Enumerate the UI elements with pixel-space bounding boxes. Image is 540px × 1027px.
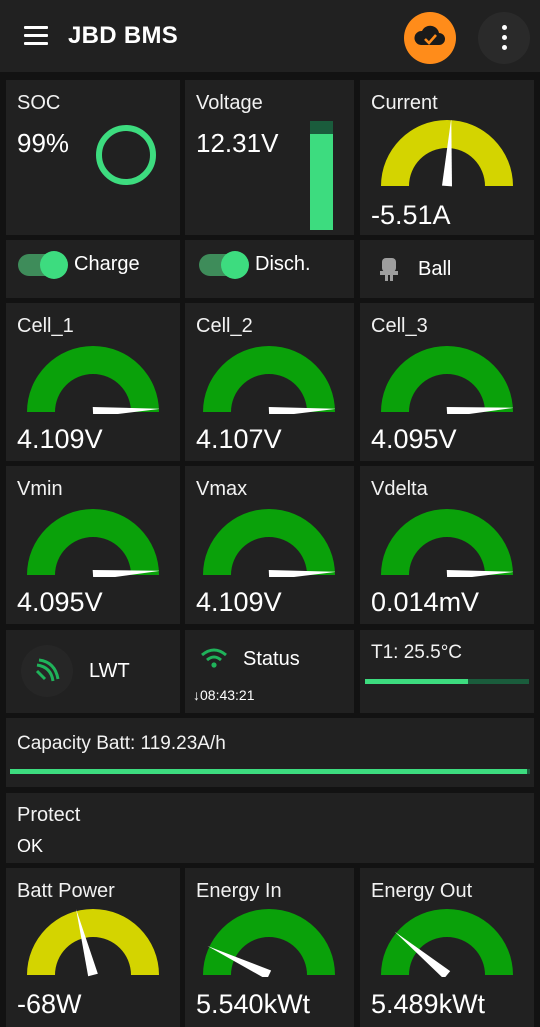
lwt-card: LWT bbox=[6, 630, 180, 713]
discharge-toggle-card: Disch. bbox=[185, 240, 354, 298]
cell-1-value: 4.109V bbox=[17, 424, 103, 454]
energy-in-gauge bbox=[203, 909, 335, 977]
vdelta-gauge bbox=[381, 509, 513, 577]
last-update-time: ↓08:43:21 bbox=[193, 687, 255, 703]
temperature-card: T1: 25.5°C bbox=[360, 630, 534, 713]
gauge-arc bbox=[381, 346, 513, 412]
energy-out-gauge bbox=[381, 909, 513, 977]
gauge-arc bbox=[27, 346, 159, 412]
gauge-arc bbox=[203, 346, 335, 412]
energy-out-value: 5.489kWt bbox=[371, 989, 486, 1019]
cell-3-value: 4.095V bbox=[371, 424, 457, 454]
balance-card[interactable]: Ball bbox=[360, 240, 534, 298]
vmin-gauge bbox=[27, 509, 159, 577]
batt-power-value: -68W bbox=[17, 989, 82, 1019]
current-value: -5.51A bbox=[371, 200, 451, 230]
gauge-arc bbox=[381, 909, 513, 975]
cell-2-value: 4.107V bbox=[196, 424, 282, 454]
lwt-button[interactable] bbox=[21, 645, 73, 697]
vmax-value: 4.109V bbox=[196, 587, 282, 617]
voltage-label: Voltage bbox=[196, 92, 263, 114]
cell-2-card: Cell_2 4.107V bbox=[185, 303, 354, 461]
cell-2-label: Cell_2 bbox=[196, 315, 253, 337]
charge-label: Charge bbox=[74, 253, 140, 275]
voltage-level-bar bbox=[310, 121, 333, 230]
soc-value: 99% bbox=[17, 128, 70, 158]
current-gauge bbox=[381, 120, 513, 187]
discharge-toggle[interactable] bbox=[199, 251, 249, 279]
plug-icon bbox=[380, 258, 398, 281]
current-card: Current -5.51A bbox=[360, 80, 534, 235]
protect-status: OK bbox=[17, 836, 44, 856]
app-title: JBD BMS bbox=[68, 22, 179, 49]
energy-in-value: 5.540kWt bbox=[196, 989, 311, 1019]
cloud-sync-button[interactable] bbox=[404, 12, 456, 64]
cell-1-card: Cell_1 4.109V bbox=[6, 303, 180, 461]
energy-out-label: Energy Out bbox=[371, 880, 473, 902]
batt-power-label: Batt Power bbox=[17, 880, 115, 902]
vdelta-value: 0.014mV bbox=[371, 587, 480, 617]
lwt-label: LWT bbox=[89, 660, 130, 682]
charge-toggle[interactable] bbox=[18, 251, 68, 279]
gauge-arc bbox=[27, 509, 159, 575]
current-label: Current bbox=[371, 92, 438, 114]
vmax-label: Vmax bbox=[196, 478, 248, 500]
vmin-value: 4.095V bbox=[17, 587, 103, 617]
vmax-card: Vmax 4.109V bbox=[185, 466, 354, 624]
protect-label: Protect bbox=[17, 804, 81, 826]
energy-in-card: Energy In 5.540kWt bbox=[185, 868, 354, 1027]
vmin-label: Vmin bbox=[17, 478, 63, 500]
cell-2-gauge bbox=[203, 346, 335, 414]
cell-3-gauge bbox=[381, 346, 513, 414]
cell-1-gauge bbox=[27, 346, 159, 414]
cell-3-card: Cell_3 4.095V bbox=[360, 303, 534, 461]
capacity-label: Capacity Batt: 119.23A/h bbox=[17, 733, 226, 754]
signal-icon bbox=[35, 658, 60, 682]
soc-card: SOC 99% bbox=[6, 80, 180, 235]
app-bar: JBD BMS bbox=[0, 0, 540, 72]
wifi-icon bbox=[201, 648, 227, 668]
temperature-bar bbox=[365, 679, 529, 684]
capacity-card: Capacity Batt: 119.23A/h bbox=[6, 718, 534, 787]
wifi-status-label: Status bbox=[243, 648, 300, 670]
energy-out-card: Energy Out 5.489kWt bbox=[360, 868, 534, 1027]
discharge-label: Disch. bbox=[255, 253, 311, 275]
menu-icon[interactable] bbox=[22, 24, 50, 48]
balance-label: Ball bbox=[418, 258, 452, 280]
batt-power-card: Batt Power -68W bbox=[6, 868, 180, 1027]
vmax-gauge bbox=[203, 509, 335, 577]
gauge-arc bbox=[381, 509, 513, 575]
capacity-bar bbox=[10, 769, 530, 774]
protect-card: Protect OK bbox=[6, 793, 534, 863]
temperature-label: T1: 25.5°C bbox=[371, 642, 463, 663]
soc-ring bbox=[96, 125, 156, 185]
voltage-card: Voltage 12.31V bbox=[185, 80, 354, 235]
soc-label: SOC bbox=[17, 92, 61, 114]
wifi-status-card: Status ↓08:43:21 bbox=[185, 630, 354, 713]
vdelta-label: Vdelta bbox=[371, 478, 428, 500]
more-options-icon[interactable] bbox=[478, 12, 530, 64]
gauge-arc bbox=[203, 909, 335, 975]
energy-in-label: Energy In bbox=[196, 880, 282, 902]
vmin-card: Vmin 4.095V bbox=[6, 466, 180, 624]
cell-3-label: Cell_3 bbox=[371, 315, 428, 337]
batt-power-gauge bbox=[27, 909, 159, 977]
cloud-check-icon bbox=[414, 25, 445, 45]
vdelta-card: Vdelta 0.014mV bbox=[360, 466, 534, 624]
charge-toggle-card: Charge bbox=[6, 240, 180, 298]
cell-1-label: Cell_1 bbox=[17, 315, 74, 337]
voltage-value: 12.31V bbox=[196, 128, 279, 158]
gauge-arc bbox=[203, 509, 335, 575]
